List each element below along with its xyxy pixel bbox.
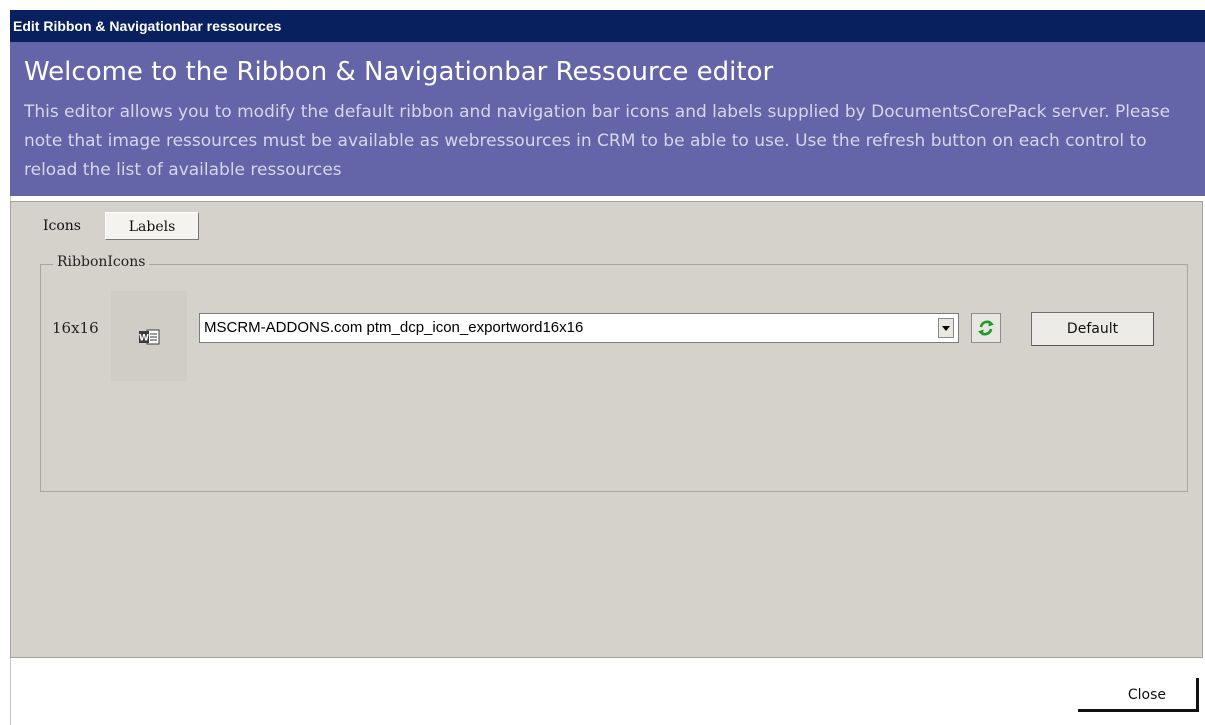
close-button[interactable]: Close [1078,678,1199,712]
ribbon-icons-group: RibbonIcons 16x16 W MSCRM-ADDONS.com ptm… [40,254,1188,492]
group-legend: RibbonIcons [53,254,150,270]
window-title: Edit Ribbon & Navigationbar ressources [10,10,1205,42]
icon-preview: W [111,291,187,381]
refresh-icon [972,320,1000,346]
header-description: This editor allows you to modify the def… [24,102,1171,180]
refresh-button[interactable] [971,313,1001,343]
tab-labels[interactable]: Labels [105,212,199,240]
default-button[interactable]: Default [1031,312,1154,346]
page-title: Welcome to the Ribbon & Navigationbar Re… [24,57,774,87]
dropdown-arrow-icon[interactable] [938,318,954,338]
icon-size-label: 16x16 [52,319,99,337]
resource-select-value: MSCRM-ADDONS.com ptm_dcp_icon_exportword… [204,319,584,336]
tab-panel: Icons Labels RibbonIcons 16x16 W MSCRM-A… [10,201,1203,658]
resource-select[interactable]: MSCRM-ADDONS.com ptm_dcp_icon_exportword… [199,313,959,343]
tab-icons[interactable]: Icons [21,212,103,240]
header-banner: Welcome to the Ribbon & Navigationbar Re… [10,42,1205,196]
svg-text:W: W [139,334,149,344]
word-document-icon: W [139,329,161,349]
